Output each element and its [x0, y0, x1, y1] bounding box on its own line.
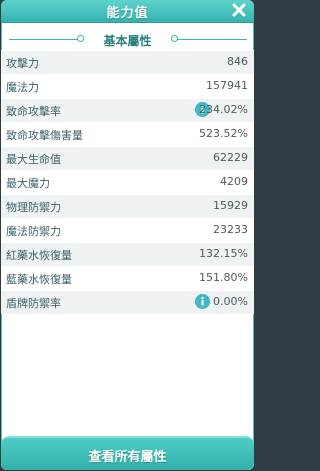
stat-row: 致命攻擊率 234.02%: [1, 98, 254, 122]
stat-label: 紅藥水恢復量: [6, 249, 72, 262]
panel-header: 能力值: [1, 0, 254, 23]
section-title: 基本屬性: [103, 34, 152, 48]
stat-label: 魔法力: [6, 81, 39, 94]
panel-title: 能力值: [106, 6, 149, 21]
view-all-attributes-button[interactable]: 查看所有屬性: [1, 436, 254, 470]
stat-value: 4209: [220, 175, 248, 188]
stat-row: 藍藥水恢復量 151.80%: [1, 266, 254, 290]
stat-row: 最大生命值 62229: [1, 146, 254, 170]
close-icon[interactable]: [230, 1, 248, 19]
info-icon[interactable]: [195, 294, 210, 309]
stat-value: 23233: [213, 223, 248, 236]
stat-value: 15929: [213, 199, 248, 212]
stat-value: 157941: [206, 79, 248, 92]
stat-label: 盾牌防禦率: [6, 297, 61, 310]
stat-label: 物理防禦力: [6, 201, 61, 214]
stat-row: 魔法力 157941: [1, 74, 254, 98]
stats-panel: 能力值 基本屬性 攻擊力 846 魔法力 157941 致命攻擊率 234.02…: [1, 0, 254, 470]
stat-value: 132.15%: [199, 247, 248, 260]
stat-row: 盾牌防禦率 0.00%: [1, 290, 254, 314]
stat-value: 523.52%: [199, 127, 248, 140]
stat-row: 最大魔力 4209: [1, 170, 254, 194]
stat-row: 魔法防禦力 23233: [1, 218, 254, 242]
stat-label: 致命攻擊率: [6, 105, 61, 118]
stat-row: 紅藥水恢復量 132.15%: [1, 242, 254, 266]
stat-row: 攻擊力 846: [1, 50, 254, 74]
stat-label: 最大生命值: [6, 153, 61, 166]
stat-value: 846: [227, 55, 248, 68]
stat-value: 0.00%: [213, 295, 248, 308]
stat-label: 最大魔力: [6, 177, 50, 190]
stat-value: 62229: [213, 151, 248, 164]
stat-label: 藍藥水恢復量: [6, 273, 72, 286]
view-all-attributes-label: 查看所有屬性: [88, 450, 167, 465]
section-header: 基本屬性: [1, 30, 254, 50]
stats-list: 攻擊力 846 魔法力 157941 致命攻擊率 234.02% 致命攻擊傷害量…: [1, 50, 254, 314]
stat-label: 魔法防禦力: [6, 225, 61, 238]
stat-value: 234.02%: [199, 103, 248, 116]
stat-label: 致命攻擊傷害量: [6, 129, 83, 142]
stat-label: 攻擊力: [6, 57, 39, 70]
stat-row: 物理防禦力 15929: [1, 194, 254, 218]
stat-row: 致命攻擊傷害量 523.52%: [1, 122, 254, 146]
stat-value: 151.80%: [199, 271, 248, 284]
section-divider-right: [177, 39, 247, 40]
